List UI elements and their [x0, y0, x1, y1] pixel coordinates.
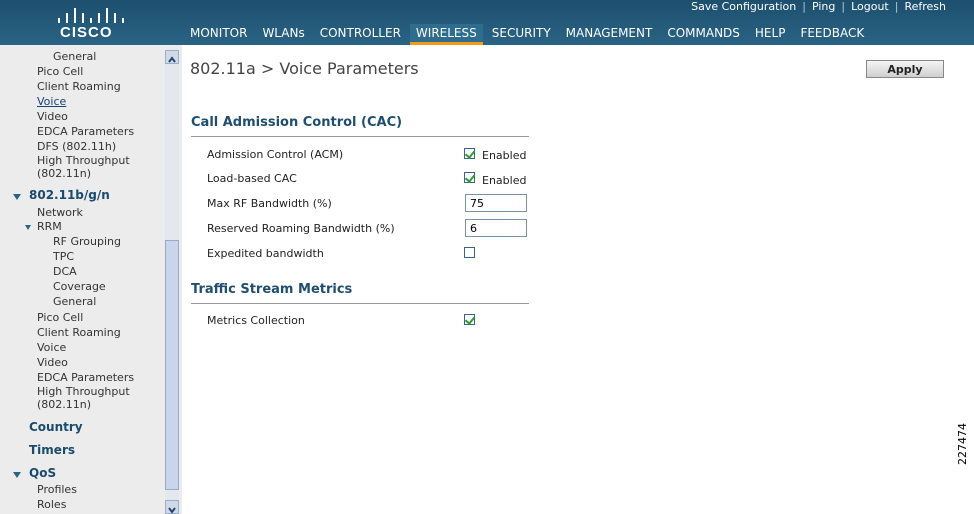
sidebar-item-high-throughput-sub[interactable]: (802.11n): [37, 167, 91, 180]
expedited-bandwidth-label: Expedited bandwidth: [207, 247, 324, 260]
collapse-triangle-icon[interactable]: [13, 194, 21, 200]
refresh-link[interactable]: Refresh: [904, 0, 946, 13]
scroll-up-button[interactable]: [165, 50, 179, 64]
sidebar-item-edca-parameters-bgn[interactable]: EDCA Parameters: [37, 371, 134, 384]
sidebar-section-country[interactable]: Country: [29, 420, 83, 434]
sidebar: General Pico Cell Client Roaming Voice V…: [0, 45, 182, 514]
sidebar-item-tpc[interactable]: TPC: [53, 250, 74, 263]
sidebar-item-rf-grouping[interactable]: RF Grouping: [53, 235, 121, 248]
apply-button[interactable]: Apply: [866, 60, 944, 78]
load-based-cac-checkbox[interactable]: [464, 172, 475, 183]
acm-enabled-text: Enabled: [482, 149, 527, 162]
scroll-thumb[interactable]: [165, 240, 179, 490]
sidebar-item-pico-cell-bgn[interactable]: Pico Cell: [37, 311, 83, 324]
chevron-down-icon: [168, 507, 176, 514]
nav-controller[interactable]: CONTROLLER: [314, 24, 407, 45]
sidebar-item-high-throughput[interactable]: High Throughput: [37, 154, 130, 167]
sidebar-item-voice[interactable]: Voice: [37, 95, 66, 108]
nav-management[interactable]: MANAGEMENT: [560, 24, 659, 45]
sidebar-scrollbar[interactable]: [165, 50, 179, 514]
header-bar: CISCO Save Configuration | Ping | Logout | Ref…: [0, 0, 974, 45]
top-links: Save Configuration | Ping | Logout | Refresh: [691, 0, 946, 13]
separator: |: [841, 0, 846, 13]
load-based-cac-label: Load-based CAC: [207, 172, 297, 185]
nav-help[interactable]: HELP: [749, 24, 792, 45]
sidebar-item-profiles[interactable]: Profiles: [37, 483, 77, 496]
nav-wireless[interactable]: WIRELESS: [409, 24, 483, 45]
scroll-down-button[interactable]: [165, 500, 179, 514]
sidebar-section-qos[interactable]: QoS: [29, 466, 56, 480]
sidebar-item-pico-cell[interactable]: Pico Cell: [37, 65, 83, 78]
metrics-collection-checkbox[interactable]: [464, 314, 475, 325]
chevron-up-icon: [168, 56, 176, 63]
sidebar-item-client-roaming[interactable]: Client Roaming: [37, 80, 121, 93]
sidebar-item-roles[interactable]: Roles: [37, 498, 66, 511]
nav-wlans[interactable]: WLANs: [256, 24, 310, 45]
acm-label: Admission Control (ACM): [207, 148, 344, 161]
cisco-bars-icon: [58, 5, 124, 23]
sidebar-item-voice-bgn[interactable]: Voice: [37, 341, 66, 354]
max-rf-bandwidth-label: Max RF Bandwidth (%): [207, 197, 332, 210]
rrm-collapse-triangle-icon[interactable]: [25, 225, 31, 230]
tsm-divider: [191, 303, 529, 304]
nav-commands[interactable]: COMMANDS: [661, 24, 746, 45]
sidebar-item-rrm[interactable]: RRM: [37, 220, 62, 233]
ping-link[interactable]: Ping: [812, 0, 835, 13]
cac-heading: Call Admission Control (CAC): [191, 115, 403, 130]
logo-text: CISCO: [60, 24, 113, 41]
reserved-roaming-bandwidth-input[interactable]: 6: [465, 219, 527, 237]
cac-divider: [191, 136, 529, 137]
tsm-heading: Traffic Stream Metrics: [191, 282, 353, 297]
save-configuration-link[interactable]: Save Configuration: [691, 0, 796, 13]
separator: |: [894, 0, 899, 13]
main-content: 802.11a > Voice Parameters Apply Call Ad…: [182, 45, 974, 514]
sidebar-item-general[interactable]: General: [53, 50, 96, 63]
sidebar-item-video[interactable]: Video: [37, 110, 68, 123]
load-based-enabled-text: Enabled: [482, 174, 527, 187]
sidebar-item-dca[interactable]: DCA: [53, 265, 77, 278]
figure-number: 227474: [956, 423, 969, 465]
sidebar-section-timers[interactable]: Timers: [29, 443, 75, 457]
sidebar-item-dfs[interactable]: DFS (802.11h): [37, 140, 116, 153]
nav-feedback[interactable]: FEEDBACK: [794, 24, 870, 45]
nav-monitor[interactable]: MONITOR: [184, 24, 253, 45]
logout-link[interactable]: Logout: [851, 0, 889, 13]
sidebar-item-coverage[interactable]: Coverage: [53, 280, 106, 293]
acm-checkbox[interactable]: [464, 148, 475, 159]
sidebar-section-80211bgn[interactable]: 802.11b/g/n: [29, 188, 110, 202]
expedited-bandwidth-checkbox[interactable]: [464, 247, 475, 258]
max-rf-bandwidth-input[interactable]: 75: [465, 194, 527, 212]
sidebar-item-edca-parameters[interactable]: EDCA Parameters: [37, 125, 134, 138]
separator: |: [802, 0, 806, 13]
page-title: 802.11a > Voice Parameters: [190, 59, 419, 78]
sidebar-item-high-throughput-bgn[interactable]: High Throughput: [37, 385, 130, 398]
qos-collapse-triangle-icon[interactable]: [13, 472, 21, 478]
sidebar-item-client-roaming-bgn[interactable]: Client Roaming: [37, 326, 121, 339]
reserved-roaming-bandwidth-label: Reserved Roaming Bandwidth (%): [207, 222, 395, 235]
sidebar-item-rrm-general[interactable]: General: [53, 295, 96, 308]
main-nav: MONITOR WLANs CONTROLLER WIRELESS SECURI…: [184, 24, 873, 45]
sidebar-item-high-throughput-bgn-sub[interactable]: (802.11n): [37, 398, 91, 411]
cisco-logo: CISCO: [52, 3, 132, 43]
sidebar-item-network[interactable]: Network: [37, 206, 83, 219]
metrics-collection-label: Metrics Collection: [207, 314, 305, 327]
sidebar-item-video-bgn[interactable]: Video: [37, 356, 68, 369]
nav-security[interactable]: SECURITY: [486, 24, 557, 45]
